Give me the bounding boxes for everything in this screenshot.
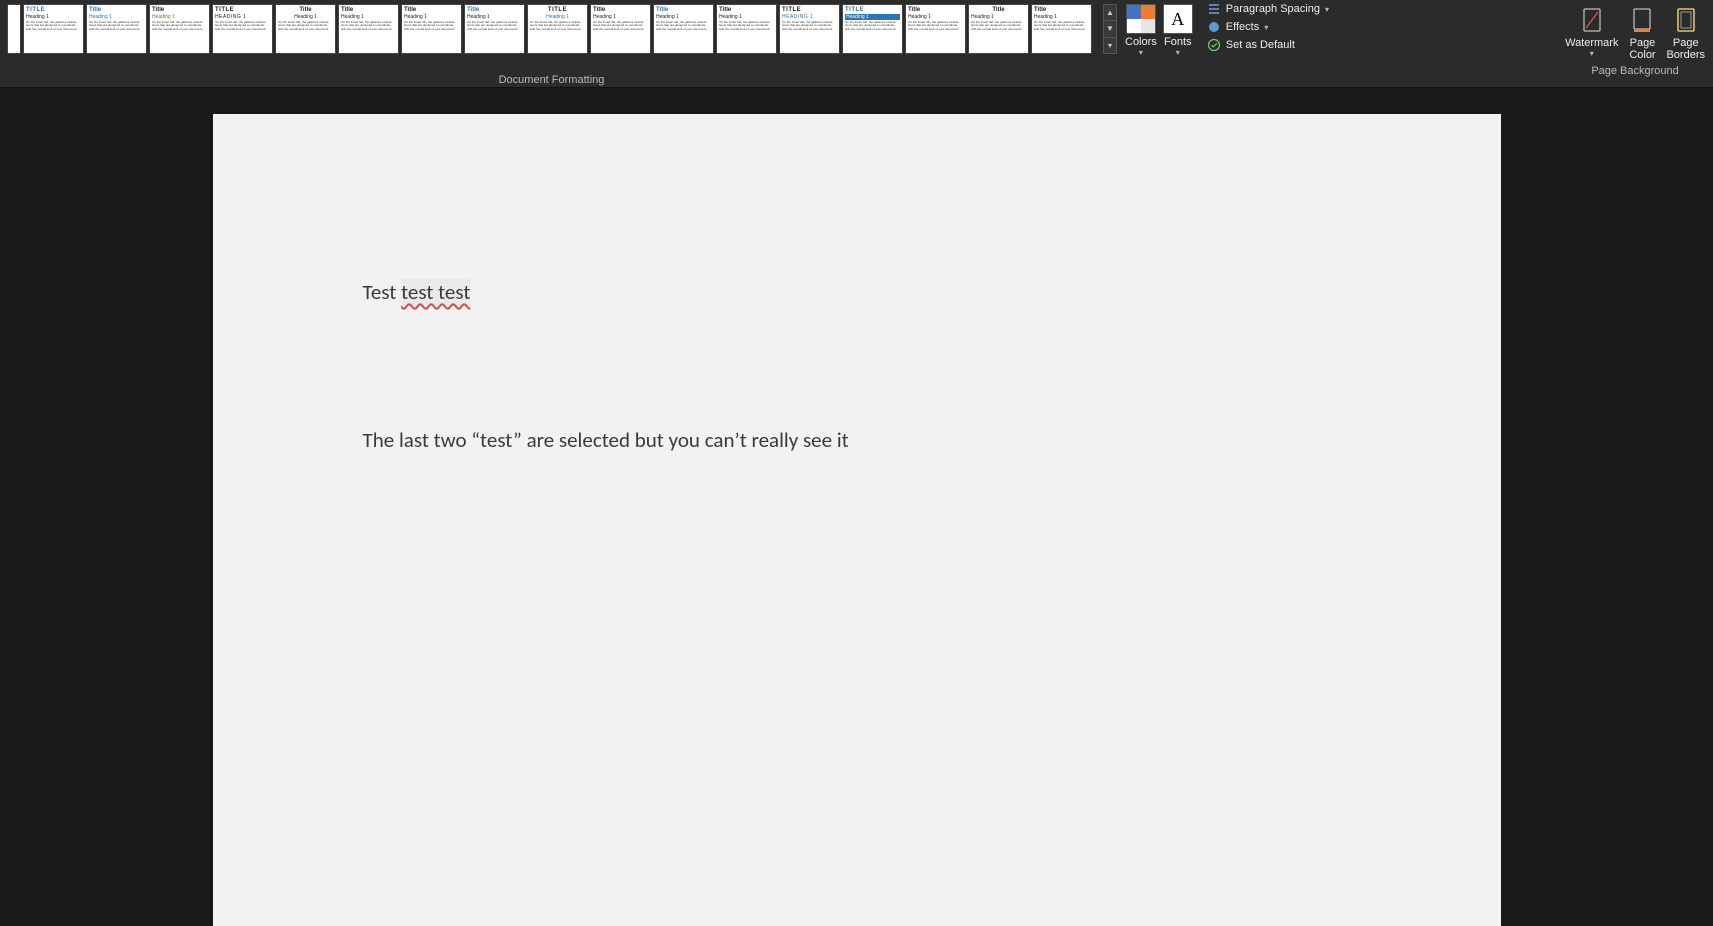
chevron-down-icon: ▾ [1264,23,1268,32]
style-set-card[interactable]: TitleHeading 1On the Insert tab, the gal… [653,4,714,54]
fonts-button[interactable]: A Fonts ▾ [1163,4,1193,57]
page-background-label: Page Background [1591,65,1678,77]
set-as-default-button[interactable]: Set as Default [1207,38,1329,52]
document-area[interactable]: Test test test The last two “test” are s… [0,88,1713,926]
style-set-card[interactable]: TitleHeading 1On the Insert tab, the gal… [338,4,399,54]
effects-button[interactable]: Effects ▾ [1207,20,1329,34]
colors-button[interactable]: Colors ▾ [1125,4,1157,57]
style-set-card[interactable]: TitleHeading 1On the Insert tab, the gal… [275,4,336,54]
style-set-card[interactable]: TITLEHeading 1On the Insert tab, the gal… [23,4,84,54]
style-set-card[interactable]: TitleHeading 1On the Insert tab, the gal… [716,4,777,54]
style-set-gallery: TITLEHeading 1On the Insert tab, the gal… [7,0,1096,70]
style-set-card[interactable]: TitleHeading 1On the Insert tab, the gal… [149,4,210,54]
chevron-down-icon: ▾ [1325,5,1329,14]
style-set-card[interactable]: TitleHeading 1On the Insert tab, the gal… [86,4,147,54]
page-color-icon [1628,6,1656,34]
style-set-card[interactable]: TITLEHEADING 1On the Insert tab, the gal… [212,4,273,54]
ribbon: TITLEHeading 1On the Insert tab, the gal… [0,0,1713,88]
paragraph-1[interactable]: Test test test [363,279,1351,305]
text-selected[interactable]: test test [401,279,470,305]
paragraph-2[interactable]: The last two “test” are selected but you… [363,427,1351,453]
chevron-down-icon: ▾ [1590,49,1594,58]
page-borders-icon [1672,6,1700,34]
watermark-button[interactable]: Watermark ▾ [1565,4,1618,61]
gallery-scroll-down[interactable]: ▼ [1104,21,1116,37]
paragraph-spacing-icon [1207,2,1221,16]
page[interactable]: Test test test The last two “test” are s… [213,114,1501,926]
effects-icon [1207,20,1221,34]
check-circle-icon [1207,38,1221,52]
document-formatting-label: Document Formatting [499,74,605,86]
chevron-down-icon: ▾ [1139,48,1143,57]
gallery-expand[interactable]: ▾ [1104,38,1116,53]
fonts-icon: A [1163,4,1193,34]
watermark-icon [1578,6,1606,34]
text-unselected[interactable]: Test [363,279,402,305]
chevron-down-icon: ▾ [1176,48,1180,57]
document-formatting-group: TITLEHeading 1On the Insert tab, the gal… [0,0,1103,86]
colors-fonts-group: Colors ▾ A Fonts ▾ [1117,0,1201,88]
style-set-card[interactable] [7,4,21,54]
paragraph-spacing-button[interactable]: Paragraph Spacing ▾ [1207,2,1329,16]
formatting-options: Paragraph Spacing ▾ Effects ▾ Set as Def… [1201,0,1335,54]
page-borders-button[interactable]: Page Borders [1666,4,1705,61]
style-set-card[interactable]: TitleHeading 1On the Insert tab, the gal… [905,4,966,54]
gallery-scroll: ▲ ▼ ▾ [1103,4,1117,54]
page-color-button[interactable]: Page Color [1628,4,1656,61]
colors-icon [1126,4,1156,34]
style-set-card[interactable]: TitleHeading 1On the Insert tab, the gal… [1031,4,1092,54]
style-set-card[interactable]: TitleHeading 1On the Insert tab, the gal… [464,4,525,54]
page-background-group: Watermark ▾ Page Color Page Borders Page… [1557,0,1713,88]
style-set-card[interactable]: TITLEHeading 1On the Insert tab, the gal… [527,4,588,54]
style-set-card[interactable]: TitleHeading 1On the Insert tab, the gal… [401,4,462,54]
style-set-card[interactable]: TitleHeading 1On the Insert tab, the gal… [968,4,1029,54]
style-set-card[interactable]: TITLEHeading 1On the Insert tab, the gal… [842,4,903,54]
gallery-scroll-up[interactable]: ▲ [1104,5,1116,21]
style-set-card[interactable]: TitleHeading 1On the Insert tab, the gal… [590,4,651,54]
style-set-card[interactable]: TITLEHEADING 1On the Insert tab, the gal… [779,4,840,54]
